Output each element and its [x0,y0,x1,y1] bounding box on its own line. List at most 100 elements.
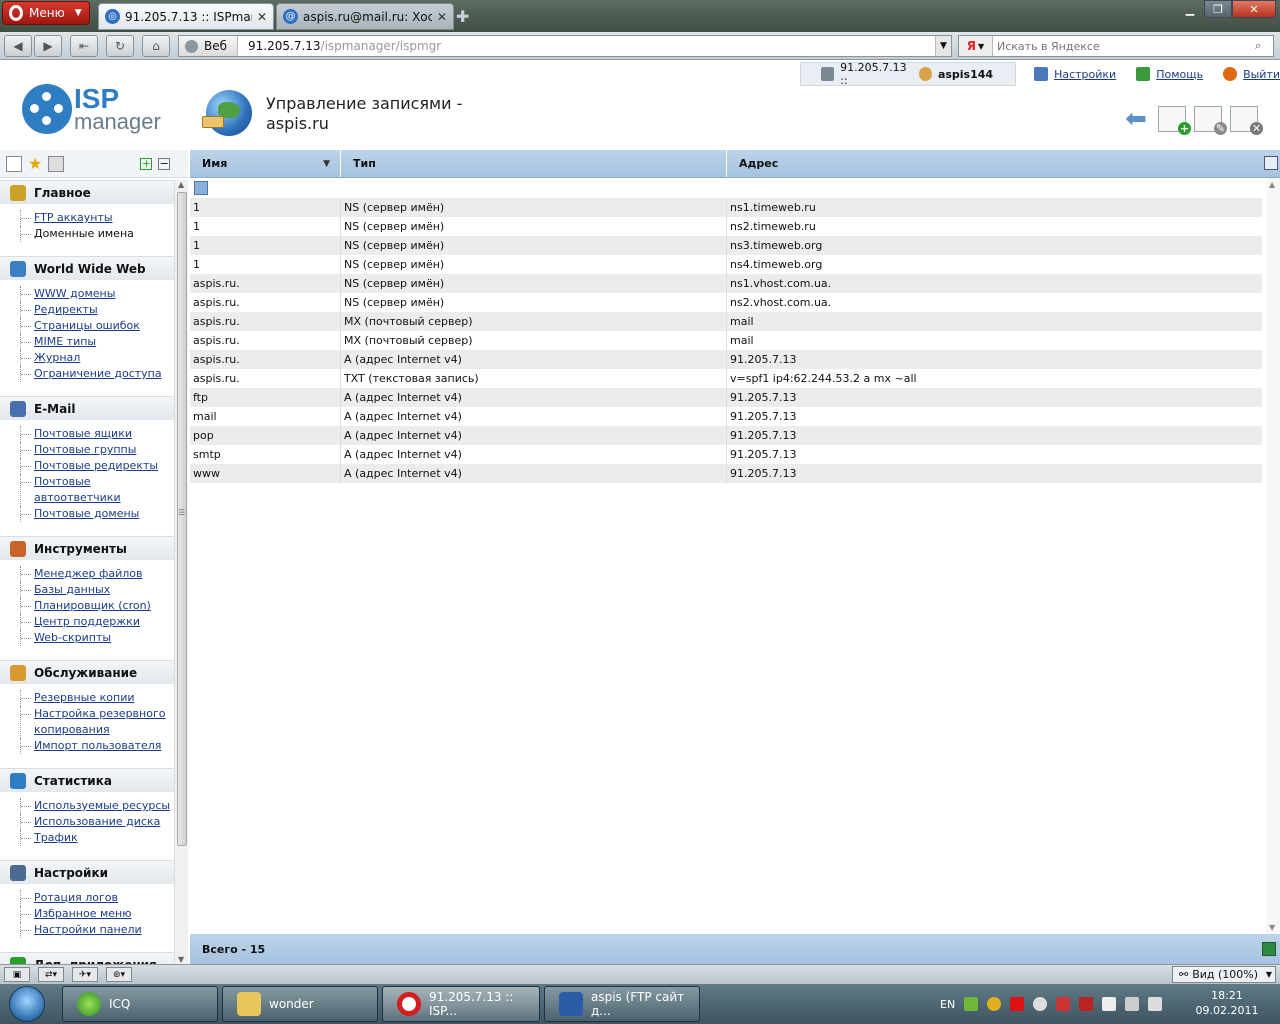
back-arrow-icon[interactable]: ⬅ [1122,104,1150,134]
column-header-name[interactable]: Имя ▼ [190,150,341,177]
table-row[interactable]: aspis.ru. NS (сервер имён) ns1.vhost.com.u… [190,274,1262,293]
table-row[interactable]: pop A (адрес Internet v4) 91.205.7.13 [190,426,1262,445]
sidebar-section-header[interactable]: World Wide Web [0,256,174,280]
table-row[interactable]: aspis.ru. MX (почтовый сервер) mail [190,331,1262,350]
language-indicator[interactable]: EN [940,998,955,1011]
column-header-type[interactable]: Тип [341,150,727,177]
sidebar-item-current[interactable]: Доменные имена [34,227,134,240]
zoom-control[interactable]: ⚯ Вид (100%) ▼ [1172,966,1276,983]
sidebar-link[interactable]: Почтовые ящики [34,427,132,440]
sidebar-link[interactable]: Резервные копии [34,691,135,704]
flag-icon[interactable] [1102,997,1117,1011]
unite-icon[interactable]: ⊛▾ [106,967,132,982]
start-button[interactable] [0,984,54,1024]
sort-desc-icon[interactable]: ▼ [323,159,330,169]
sync-icon[interactable]: ⇄▾ [38,967,64,982]
sidebar-link[interactable]: Почтовые группы [34,443,136,456]
sidebar-link[interactable]: Используемые ресурсы [34,799,170,812]
sidebar-link[interactable]: Страницы ошибок [34,319,140,332]
close-tab-icon[interactable]: ✕ [437,10,447,24]
table-scrollbar[interactable]: ▲ ▼ [1266,178,1280,934]
edit-record-button[interactable]: ✎ [1194,106,1227,135]
table-row[interactable]: ftp A (адрес Internet v4) 91.205.7.13 [190,388,1262,407]
sidebar-link[interactable]: Планировщик (cron) [34,599,151,612]
scroll-thumb[interactable] [177,192,187,846]
sidebar-section-header[interactable]: Статистика [0,768,174,792]
task-word[interactable]: aspis (FTP сайт д... [544,986,700,1022]
sidebar-section-header[interactable]: E-Mail [0,396,174,420]
scroll-down-icon[interactable]: ▼ [178,955,184,964]
sidebar-link[interactable]: Базы данных [34,583,110,596]
sidebar-scrollbar[interactable]: ▲ ☰ ▼ [174,180,188,964]
sidebar-link[interactable]: Использование диска [34,815,160,828]
help-link[interactable]: Помощь [1156,68,1203,81]
add-record-button[interactable]: + [1158,106,1191,135]
sidebar-link[interactable]: Редиректы [34,303,98,316]
table-row[interactable]: 1 NS (сервер имён) ns2.timeweb.ru [190,217,1262,236]
search-box[interactable]: Я▼ ⌕ [958,35,1274,57]
turbo-icon[interactable]: ✈▾ [72,967,98,982]
sidebar-link[interactable]: Почтовые редиректы [34,459,158,472]
table-row[interactable]: aspis.ru. MX (почтовый сервер) mail [190,312,1262,331]
minimize-button[interactable]: ▁ [1176,0,1204,18]
scroll-up-icon[interactable]: ▲ [178,180,184,189]
table-settings-icon[interactable] [1264,156,1278,170]
table-row[interactable]: mail A (адрес Internet v4) 91.205.7.13 [190,407,1262,426]
export-excel-icon[interactable] [1262,942,1276,956]
table-row[interactable]: smtp A (адрес Internet v4) 91.205.7.13 [190,445,1262,464]
rewind-button[interactable]: ⇤ [70,35,98,57]
table-row[interactable]: 1 NS (сервер имён) ns3.timeweb.org [190,236,1262,255]
sidebar-link[interactable]: Избранное меню [34,907,131,920]
table-row[interactable]: www A (адрес Internet v4) 91.205.7.13 [190,464,1262,483]
yandex-engine-selector[interactable]: Я ▼ [959,36,993,56]
sidebar-section-header[interactable]: Инструменты [0,536,174,560]
briefcase-icon[interactable] [48,155,65,172]
sidebar-link[interactable]: Менеджер файлов [34,567,143,580]
sidebar-link[interactable]: Почтовые автоответчики [34,475,121,504]
logout-link[interactable]: Выйти [1243,68,1280,81]
tab-mail[interactable]: @ aspis.ru@mail.ru: Хос... ✕ [276,3,454,30]
sidebar-section-header[interactable]: Главное [0,180,174,204]
sidebar-link[interactable]: MIME типы [34,335,96,348]
network-icon[interactable] [1125,997,1140,1011]
address-text[interactable]: 91.205.7.13/ispmanager/ispmgr [238,39,441,53]
sidebar-section-header[interactable]: Обслуживание [0,660,174,684]
collapse-all-icon[interactable]: − [158,157,171,170]
home-button[interactable]: ⌂ [142,35,170,57]
menu-tree-icon[interactable] [6,155,22,172]
reload-button[interactable]: ↻ [106,35,134,57]
settings-link[interactable]: Настройки [1054,68,1116,81]
sidebar-link[interactable]: Ротация логов [34,891,118,904]
table-row[interactable]: 1 NS (сервер имён) ns1.timeweb.ru [190,198,1262,217]
search-input[interactable] [993,39,1255,53]
web-badge[interactable]: Веб [179,36,239,56]
panels-toggle-icon[interactable]: ▣ [4,967,30,982]
sidebar-link[interactable]: Настройки панели [34,923,142,936]
search-icon[interactable]: ⌕ [1255,39,1273,53]
table-row[interactable]: 1 NS (сервер имён) ns4.timeweb.org [190,255,1262,274]
favorites-star-icon[interactable]: ★ [28,154,42,173]
task-opera[interactable]: 91.205.7.13 :: ISP... [382,986,540,1022]
column-header-address[interactable]: Адрес [727,150,1262,177]
delete-record-button[interactable]: ✕ [1230,106,1263,135]
tray-app-icon[interactable] [964,997,979,1011]
sidebar-link[interactable]: WWW домены [34,287,115,300]
volume-icon[interactable] [1148,997,1163,1011]
sidebar-link[interactable]: FTP аккаунты [34,211,113,224]
sidebar-link[interactable]: Web-скрипты [34,631,111,644]
back-button[interactable]: ◀ [4,35,32,57]
ati-icon[interactable] [1010,997,1025,1011]
sidebar-section-header[interactable]: Настройки [0,860,174,884]
task-wonder[interactable]: wonder [222,986,378,1022]
antivirus-icon[interactable] [1079,997,1094,1011]
new-tab-icon[interactable]: ✚ [456,7,469,26]
speaker-mute-icon[interactable] [1056,997,1071,1011]
up-level-icon[interactable] [194,181,208,195]
table-row[interactable]: aspis.ru. TXT (текстовая запись) v=spf1 ip… [190,369,1262,388]
sidebar-link[interactable]: Трафик [34,831,78,844]
sidebar-link[interactable]: Ограничение доступа [34,367,162,380]
disc-icon[interactable] [1033,997,1048,1011]
table-row[interactable]: aspis.ru. A (адрес Internet v4) 91.205.7.1… [190,350,1262,369]
restore-button[interactable]: ❐ [1204,0,1232,18]
tab-ispmanager[interactable]: ◎ 91.205.7.13 :: ISPmana... ✕ [98,3,274,30]
